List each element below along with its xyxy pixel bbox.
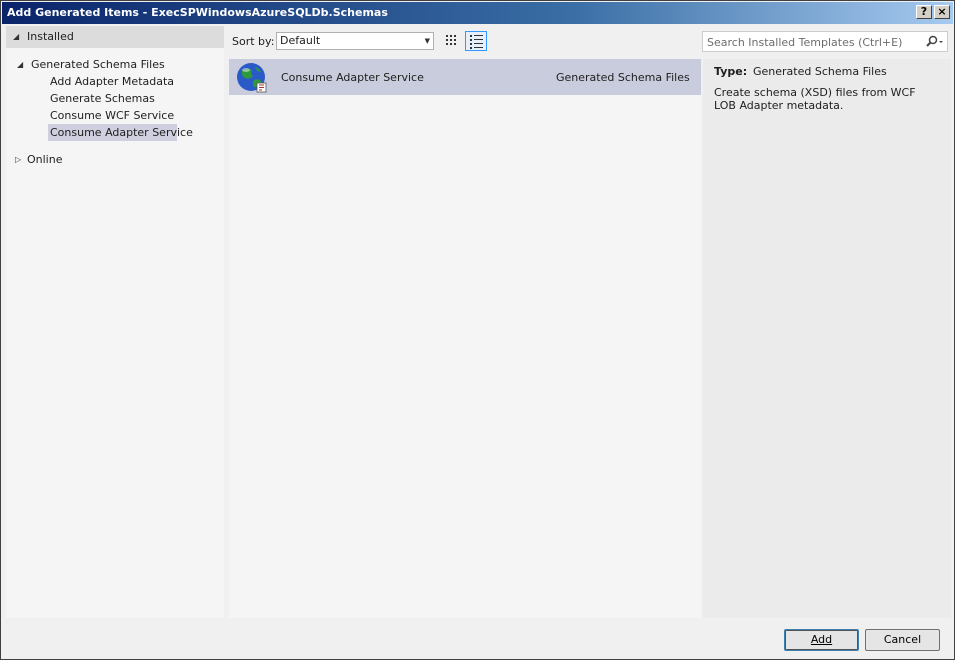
add-button[interactable]: Add xyxy=(784,629,859,651)
type-label: Type: xyxy=(714,65,748,78)
installed-label: Installed xyxy=(27,30,74,43)
sort-by-value: Default xyxy=(280,34,321,47)
chevron-down-icon: ▼ xyxy=(424,37,430,45)
type-value: Generated Schema Files xyxy=(753,65,887,78)
tree-item-consume-wcf-service[interactable]: Consume WCF Service xyxy=(50,109,174,122)
dialog-button-bar: Add Cancel xyxy=(2,621,953,658)
installed-header[interactable]: ◢ Installed xyxy=(6,26,224,48)
template-list: Consume Adapter Service Generated Schema… xyxy=(229,59,701,618)
close-button[interactable]: × xyxy=(934,5,950,19)
search-placeholder: Search Installed Templates (Ctrl+E) xyxy=(707,36,903,49)
template-item-consume-adapter-service[interactable]: Consume Adapter Service Generated Schema… xyxy=(229,59,701,95)
tree-item-generate-schemas[interactable]: Generate Schemas xyxy=(50,92,155,105)
tree-item-add-adapter-metadata[interactable]: Add Adapter Metadata xyxy=(50,75,174,88)
magnifier-icon[interactable] xyxy=(920,34,946,50)
sort-by-dropdown[interactable]: Default ▼ xyxy=(276,32,434,50)
window-title: Add Generated Items - ExecSPWindowsAzure… xyxy=(7,6,388,19)
template-description: Create schema (XSD) files from WCF LOB A… xyxy=(714,86,916,112)
cancel-button[interactable]: Cancel xyxy=(865,629,940,651)
sort-by-label: Sort by: xyxy=(232,35,275,48)
globe-icon xyxy=(237,63,267,93)
template-name: Consume Adapter Service xyxy=(281,71,424,84)
small-icons-view-icon xyxy=(446,35,456,45)
add-generated-items-dialog: Add Generated Items - ExecSPWindowsAzure… xyxy=(0,0,955,660)
tree-item-consume-adapter-service[interactable]: Consume Adapter Service xyxy=(50,126,193,139)
details-list-view-button[interactable] xyxy=(465,31,487,51)
details-list-view-icon xyxy=(470,35,483,49)
search-installed-templates-input[interactable]: Search Installed Templates (Ctrl+E) xyxy=(702,31,948,52)
expanded-triangle-icon[interactable]: ◢ xyxy=(13,32,19,41)
help-button[interactable]: ? xyxy=(916,5,932,19)
template-details-pane: Type: Generated Schema Files Create sche… xyxy=(703,59,951,618)
title-bar: Add Generated Items - ExecSPWindowsAzure… xyxy=(2,2,953,24)
tree-node-generated-schema-files[interactable]: Generated Schema Files xyxy=(31,58,165,71)
template-category-tree: ◢ Installed ◢ Generated Schema Files Add… xyxy=(6,26,224,618)
tree-node-online[interactable]: Online xyxy=(27,153,62,166)
template-toolbar: Sort by: Default ▼ xyxy=(229,29,699,55)
expanded-triangle-icon[interactable]: ◢ xyxy=(17,60,23,69)
collapsed-triangle-icon[interactable]: ▷ xyxy=(15,155,21,164)
template-category: Generated Schema Files xyxy=(556,71,690,84)
small-icons-view-button[interactable] xyxy=(441,31,463,51)
